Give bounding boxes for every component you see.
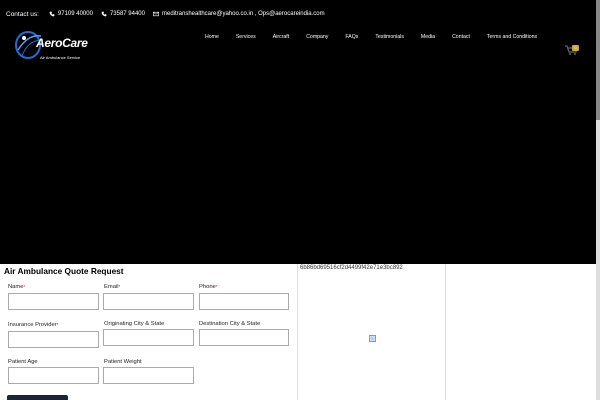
- email-item[interactable]: meditranshealthcare@yahoo.co.in , Ops@ae…: [152, 11, 325, 17]
- nav-item-terms[interactable]: Terms and Conditions: [487, 34, 537, 40]
- email-label: Email*: [104, 284, 120, 290]
- logo-name-a: Aero: [36, 36, 63, 50]
- email-label-text: Email: [104, 284, 119, 290]
- nav-item-testimonials[interactable]: Testimonials: [375, 34, 404, 40]
- nav-item-company[interactable]: Company: [306, 34, 328, 40]
- nav-item-aircraft[interactable]: Aircraft: [273, 34, 289, 40]
- phone-label-text: Phone: [199, 284, 216, 290]
- hash-text: 6b86bd69516cf2d4499f42e71e3bc892: [300, 265, 403, 271]
- contact-bar: Contact us: 97109 40000 73587 94400 medi…: [6, 8, 333, 20]
- phone-label: Phone*: [199, 284, 218, 290]
- logo-subtitle: Air Ambulance Service: [40, 55, 81, 60]
- nav-item-home[interactable]: Home: [205, 34, 219, 40]
- submit-button[interactable]: [7, 395, 68, 400]
- required-marker: *: [56, 322, 59, 327]
- envelope-icon: [152, 11, 159, 17]
- age-label: Patient Age: [8, 359, 38, 365]
- main-nav: Home Services Aircraft Company FAQs Test…: [198, 34, 537, 40]
- email-field[interactable]: [103, 293, 194, 310]
- page-scrollbar[interactable]: [596, 0, 600, 400]
- phone-item-1[interactable]: 97109 40000: [49, 11, 93, 17]
- required-marker: *: [23, 284, 26, 289]
- required-marker: *: [118, 284, 121, 289]
- phone-icon: [49, 11, 55, 17]
- name-label-text: Name: [8, 284, 24, 290]
- site-logo[interactable]: AeroCare Air Ambulance Service: [14, 26, 94, 64]
- column-divider: [445, 264, 446, 400]
- email-address: meditranshealthcare@yahoo.co.in , Ops@ae…: [161, 11, 325, 17]
- logo-name-b: Care: [62, 36, 88, 50]
- phone-number-1: 97109 40000: [57, 11, 93, 17]
- nav-item-faqs[interactable]: FAQs: [345, 34, 358, 40]
- phone-number-2: 73587 94400: [109, 11, 145, 17]
- insurance-label: Insurance Provider*: [8, 322, 58, 328]
- destination-city-field[interactable]: [199, 329, 289, 346]
- patient-age-field[interactable]: [8, 367, 99, 384]
- name-field[interactable]: [8, 293, 99, 310]
- nav-item-media[interactable]: Media: [421, 34, 435, 40]
- origin-city-field[interactable]: [103, 329, 194, 346]
- insurance-label-text: Insurance Provider: [8, 322, 57, 328]
- patient-weight-field[interactable]: [103, 367, 194, 384]
- form-title: Air Ambulance Quote Request: [4, 266, 124, 276]
- destination-label: Destination City & State: [199, 321, 261, 327]
- scrollbar-thumb[interactable]: [596, 0, 600, 120]
- phone-item-2[interactable]: 73587 94400: [101, 11, 145, 17]
- required-marker: *: [215, 284, 218, 289]
- contact-label: Contact us:: [6, 10, 39, 18]
- origin-label: Originating City & State: [104, 321, 165, 327]
- broken-image-glyph: ?: [371, 336, 374, 341]
- broken-image-icon: ?: [369, 335, 376, 342]
- insurance-field[interactable]: [8, 331, 99, 348]
- weight-label: Patient Weight: [104, 359, 142, 365]
- phone-icon: [101, 11, 107, 17]
- nav-item-services[interactable]: Services: [236, 34, 256, 40]
- logo-wordmark: AeroCare: [36, 36, 88, 50]
- nav-item-contact[interactable]: Contact: [452, 34, 470, 40]
- phone-field[interactable]: [199, 293, 289, 310]
- cart-count-badge: 0: [572, 45, 579, 51]
- name-label: Name*: [8, 284, 25, 290]
- column-divider: [297, 264, 298, 400]
